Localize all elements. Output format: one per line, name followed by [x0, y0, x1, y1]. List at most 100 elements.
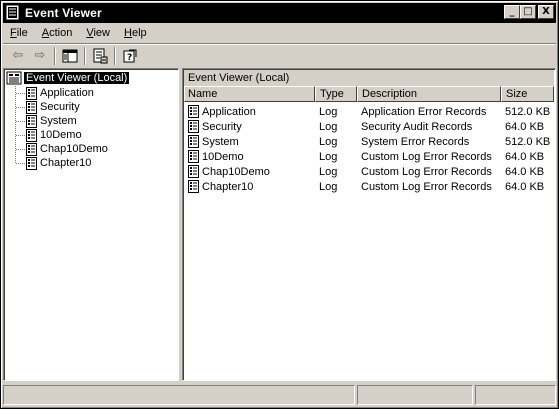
tree-connector — [16, 106, 25, 108]
column-header-type[interactable]: Type — [315, 86, 357, 102]
event-viewer-app-icon — [5, 5, 21, 21]
list-row-security[interactable]: Security Log Security Audit Records 64.0… — [184, 119, 554, 134]
event-log-icon — [26, 114, 37, 128]
tree-connector — [16, 92, 25, 94]
row-size: 64.0 KB — [505, 120, 545, 133]
tree-root-label: Event Viewer (Local) — [24, 72, 130, 84]
window-title: Event Viewer — [25, 6, 102, 20]
event-log-icon — [26, 156, 37, 170]
event-log-icon — [26, 142, 37, 156]
list-row-10demo[interactable]: 10Demo Log Custom Log Error Records 64.0… — [184, 149, 554, 164]
column-header-size[interactable]: Size — [501, 86, 554, 102]
tree-item-application[interactable]: Application — [16, 86, 94, 100]
status-panel-main — [3, 385, 355, 405]
back-button[interactable]: ⇦ — [7, 46, 29, 66]
help-icon: ? — [123, 49, 137, 63]
tree-connector — [16, 148, 25, 150]
forward-arrow-icon: ⇨ — [34, 48, 46, 63]
row-name: 10Demo — [202, 150, 244, 163]
column-header-name[interactable]: Name — [184, 86, 315, 102]
menu-action[interactable]: Action — [35, 27, 80, 39]
name-cell: Chap10Demo — [184, 165, 315, 178]
menu-bar: File Action View Help — [3, 24, 556, 42]
title-bar[interactable]: Event Viewer _ □ X — [3, 3, 556, 23]
row-description: Custom Log Error Records — [361, 165, 492, 178]
name-cell: Chapter10 — [184, 180, 315, 193]
tree-item-10demo[interactable]: 10Demo — [16, 128, 82, 142]
event-log-icon — [188, 150, 199, 163]
show-hide-tree-button[interactable] — [59, 46, 81, 66]
tree-item-chap10demo[interactable]: Chap10Demo — [16, 142, 108, 156]
back-arrow-icon: ⇦ — [12, 48, 24, 63]
row-type: Log — [319, 105, 338, 118]
details-pane: Event Viewer (Local) Name Type Descripti… — [182, 68, 556, 381]
menu-help-rest: elp — [131, 27, 147, 39]
menu-view[interactable]: View — [79, 27, 117, 39]
close-button[interactable]: X — [538, 5, 554, 19]
row-description: Application Error Records — [361, 105, 487, 118]
help-button[interactable]: ? — [119, 46, 141, 66]
list-row-chap10demo[interactable]: Chap10Demo Log Custom Log Error Records … — [184, 164, 554, 179]
list-row-application[interactable]: Application Log Application Error Record… — [184, 104, 554, 119]
event-log-icon — [26, 100, 37, 114]
svg-text:?: ? — [127, 53, 132, 63]
show-hide-tree-icon — [62, 49, 78, 62]
toolbar-separator — [54, 46, 56, 65]
menu-action-rest: ction — [49, 27, 73, 39]
row-name: Chap10Demo — [202, 165, 270, 178]
row-name: Chapter10 — [202, 180, 254, 193]
details-pane-title: Event Viewer (Local) — [184, 70, 554, 86]
tree-item-label: Application — [40, 87, 94, 99]
tree-root-event-viewer-local[interactable]: Event Viewer (Local) — [6, 71, 130, 85]
name-cell: Security — [184, 120, 315, 133]
properties-button[interactable] — [89, 46, 111, 66]
row-type: Log — [319, 135, 338, 148]
event-log-icon — [26, 128, 37, 142]
list-row-chapter10[interactable]: Chapter10 Log Custom Log Error Records 6… — [184, 179, 554, 194]
event-log-icon — [188, 180, 199, 193]
row-name: Application — [202, 105, 256, 118]
row-type: Log — [319, 165, 338, 178]
tree-item-chapter10[interactable]: Chapter10 — [16, 156, 91, 170]
event-log-icon — [188, 105, 199, 118]
event-log-icon — [188, 135, 199, 148]
row-type: Log — [319, 180, 338, 193]
forward-button[interactable]: ⇨ — [29, 46, 51, 66]
list-column-headers: Name Type Description Size — [184, 86, 554, 102]
menu-view-rest: iew — [93, 27, 110, 39]
toolbar-separator — [114, 46, 116, 65]
tree-item-label: Chapter10 — [40, 157, 92, 169]
tree-item-system[interactable]: System — [16, 114, 77, 128]
status-panel-tertiary — [475, 385, 556, 405]
row-size: 64.0 KB — [505, 165, 545, 178]
minimize-button[interactable]: _ — [504, 5, 520, 19]
row-name: System — [202, 135, 239, 148]
status-bar — [3, 384, 556, 406]
console-tree-pane[interactable]: Event Viewer (Local) Application Securit… — [3, 68, 179, 381]
tree-connector — [16, 120, 25, 122]
event-viewer-window: Event Viewer _ □ X File Action View Help… — [0, 0, 559, 409]
row-description: Custom Log Error Records — [361, 180, 492, 193]
name-cell: System — [184, 135, 315, 148]
row-size: 512.0 KB — [505, 135, 551, 148]
row-size: 64.0 KB — [505, 150, 545, 163]
row-name: Security — [202, 120, 242, 133]
event-log-icon — [188, 165, 199, 178]
maximize-button[interactable]: □ — [520, 5, 536, 19]
tree-item-label: Security — [40, 101, 80, 113]
tree-item-label: Chap10Demo — [40, 143, 108, 155]
row-size: 64.0 KB — [505, 180, 545, 193]
row-description: Custom Log Error Records — [361, 150, 492, 163]
event-log-icon — [26, 86, 37, 100]
row-type: Log — [319, 150, 338, 163]
menu-file[interactable]: File — [3, 27, 35, 39]
column-header-description[interactable]: Description — [357, 86, 501, 102]
tree-item-security[interactable]: Security — [16, 100, 80, 114]
name-cell: 10Demo — [184, 150, 315, 163]
status-panel-secondary — [357, 385, 473, 405]
row-description: Security Audit Records — [361, 120, 473, 133]
tree-connector — [16, 134, 25, 136]
row-size: 512.0 KB — [505, 105, 551, 118]
list-row-system[interactable]: System Log System Error Records 512.0 KB — [184, 134, 554, 149]
menu-help[interactable]: Help — [117, 27, 154, 39]
